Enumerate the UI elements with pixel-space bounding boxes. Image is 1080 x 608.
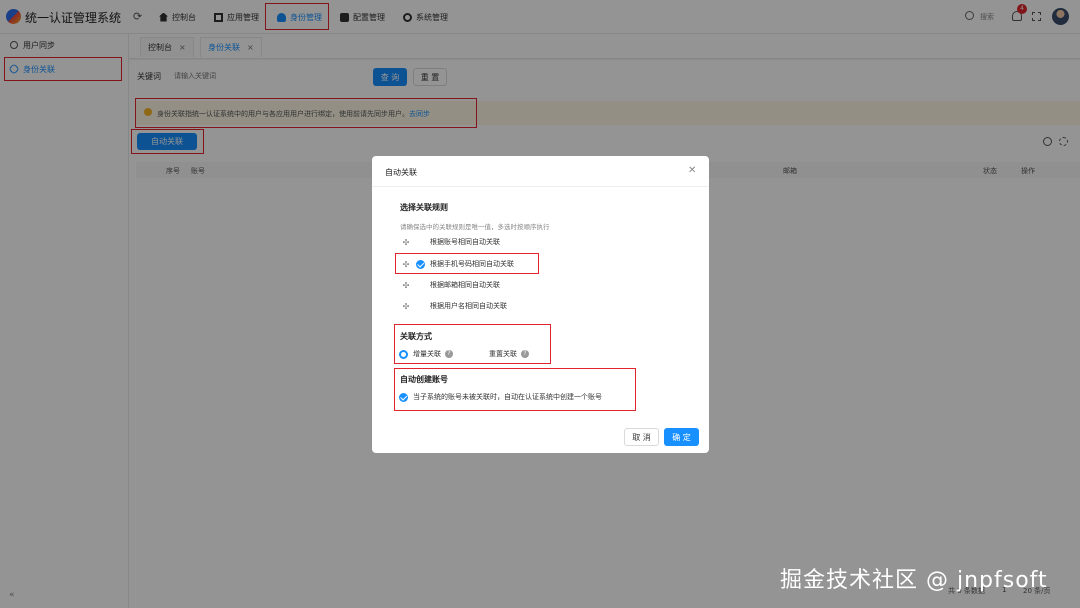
rule-checkbox[interactable]	[416, 302, 425, 311]
drag-handle-icon[interactable]: ✣	[402, 281, 410, 290]
rule-label: 根据账号相同自动关联	[430, 238, 500, 246]
rules-title: 选择关联规则	[400, 203, 448, 212]
drag-handle-icon[interactable]: ✣	[402, 238, 410, 247]
highlight-box-mode	[394, 324, 551, 364]
close-icon[interactable]: ✕	[688, 165, 696, 176]
rule-item-account[interactable]: ✣ 根据账号相同自动关联	[402, 235, 500, 249]
highlight-box-create-account	[394, 368, 636, 411]
auto-link-dialog: 自动关联 ✕ 选择关联规则 请确保选中的关联规则是唯一值，多选时按顺序执行 ✣ …	[372, 156, 709, 453]
watermark: 掘金技术社区 @ jnpfsoft	[780, 568, 1048, 593]
dialog-title: 自动关联	[385, 168, 417, 177]
rule-item-email[interactable]: ✣ 根据邮箱相同自动关联	[402, 278, 500, 292]
highlight-box-phone-rule	[395, 253, 539, 274]
rule-label: 根据邮箱相同自动关联	[430, 281, 500, 289]
rule-checkbox[interactable]	[416, 238, 425, 247]
confirm-button[interactable]: 确 定	[664, 428, 699, 446]
drag-handle-icon[interactable]: ✣	[402, 302, 410, 311]
rules-hint: 请确保选中的关联规则是唯一值，多选时按顺序执行	[400, 223, 550, 231]
rule-checkbox[interactable]	[416, 281, 425, 290]
cancel-button[interactable]: 取 消	[624, 428, 659, 446]
dialog-divider	[372, 186, 709, 187]
rule-item-username[interactable]: ✣ 根据用户名相同自动关联	[402, 299, 507, 313]
rule-label: 根据用户名相同自动关联	[430, 302, 507, 310]
